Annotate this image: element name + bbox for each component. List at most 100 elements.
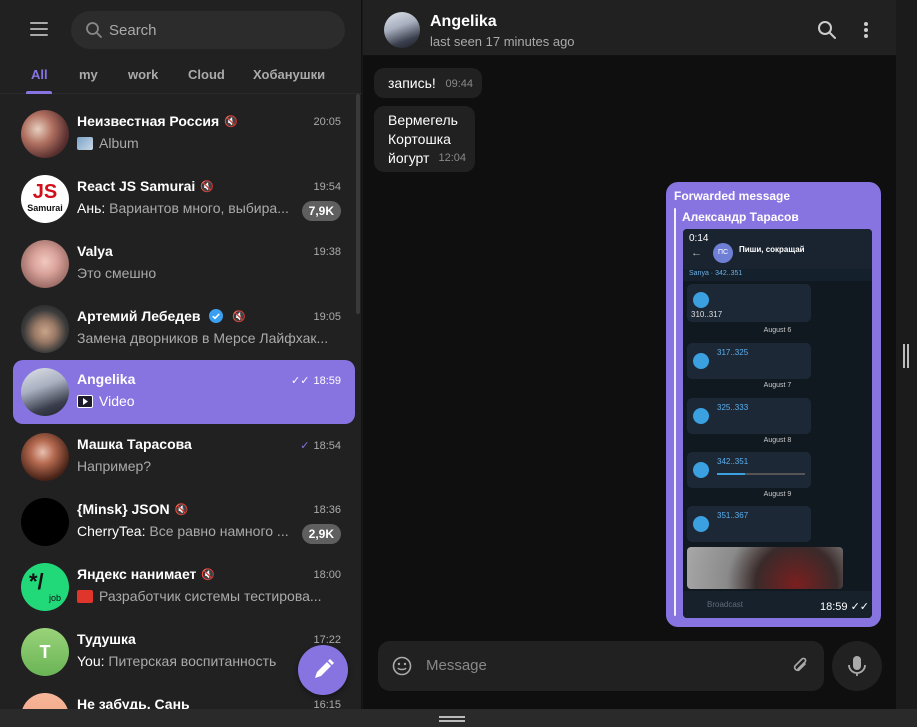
video-date-divider: August 9: [763, 491, 792, 498]
message-time: 12:04: [438, 152, 466, 164]
avatar: [21, 693, 69, 709]
avatar-logo-subtext: job: [49, 593, 62, 603]
audio-track-card: 342..351: [687, 452, 811, 488]
chat-name: Тудушка: [77, 631, 136, 647]
new-message-button[interactable]: [298, 645, 348, 695]
voice-record-button[interactable]: [832, 641, 882, 691]
chat-preview: Замена дворников в Мерсе Лайфхак...: [77, 330, 329, 346]
video-date-divider: August 8: [763, 437, 792, 444]
window-right-edge: [896, 0, 917, 709]
message-bubble[interactable]: запись! 09:44: [374, 68, 482, 98]
read-check-icon: ✓: [300, 440, 310, 452]
chat-item-react-js-samurai[interactable]: JS Samurai React JS Samurai 🔇 19:54 Ань: …: [13, 167, 355, 231]
avatar-logo-subtext: Samurai: [27, 203, 63, 213]
message-bubble[interactable]: Вермегель Кортошка йогурт 12:04: [374, 106, 475, 172]
chat-time: 18:36: [313, 504, 341, 516]
chat-name: Яндекс нанимает: [77, 566, 197, 582]
video-date-divider: August 7: [763, 382, 792, 389]
audio-track-card: 351..367: [687, 506, 811, 542]
chat-list-scrollbar[interactable]: [356, 94, 360, 314]
avatar: [21, 240, 69, 288]
muted-icon: 🔇: [174, 504, 189, 516]
chat-time: 19:38: [313, 246, 341, 258]
video-pinned-bar: Sanya · 342..351: [683, 269, 872, 281]
chat-preview: Album: [99, 135, 139, 151]
read-checks-icon: ✓✓: [850, 601, 870, 613]
more-vertical-icon[interactable]: [863, 20, 869, 40]
chat-header[interactable]: Angelika last seen 17 minutes ago: [363, 0, 896, 56]
video-preview[interactable]: 0:14 ← ПС Пиши, сокращай Sanya · 342..35…: [683, 229, 872, 618]
search-placeholder: Search: [109, 22, 157, 39]
search-input[interactable]: Search: [71, 11, 345, 49]
menu-icon[interactable]: [22, 14, 56, 44]
tab-my[interactable]: my: [79, 67, 98, 82]
forwarded-message[interactable]: Forwarded message Александр Тарасов 0:14…: [666, 182, 881, 627]
message-line: Кортошка: [388, 131, 451, 147]
avatar: [21, 305, 69, 353]
chat-time: 16:15: [313, 699, 341, 709]
chat-time: 19:05: [313, 311, 341, 323]
chat-name: Артемий Лебедев: [77, 308, 201, 324]
emoji-icon[interactable]: [392, 656, 412, 676]
tab-cloud[interactable]: Cloud: [188, 67, 225, 82]
chat-name: Valya: [77, 243, 113, 259]
audio-track-card: 317..325: [687, 343, 811, 379]
avatar-logo-text: */: [29, 569, 44, 594]
chat-list: Неизвестная Россия 🔇 20:05 Album JS Samur…: [0, 94, 362, 709]
chat-sender: Ань:: [77, 200, 110, 216]
chat-item-artemiy-lebedev[interactable]: Артемий Лебедев 🔇 19:05 Замена дворников…: [13, 297, 355, 361]
avatar: [21, 110, 69, 158]
forwarded-from[interactable]: Александр Тарасов: [682, 210, 799, 224]
unread-badge: 7,9K: [301, 201, 341, 221]
microphone-icon: [848, 656, 866, 676]
chat-item-mashka-tarasova[interactable]: Машка Тарасова ✓ 18:54 Например?: [13, 425, 355, 489]
chat-time: 20:05: [313, 116, 341, 128]
chat-name: Неизвестная Россия: [77, 113, 220, 129]
video-channel-title: Пиши, сокращай: [739, 245, 805, 254]
chat-item-yandex-nanimaet[interactable]: */ job Яндекс нанимает 🔇 18:00 Разработчи…: [13, 555, 355, 619]
chat-area: Angelika last seen 17 minutes ago запись…: [363, 0, 896, 709]
last-seen-status: last seen 17 minutes ago: [430, 34, 575, 49]
album-thumbnail: [77, 137, 93, 150]
video-composer-placeholder: Broadcast: [707, 600, 744, 609]
verified-icon: [209, 309, 224, 323]
avatar: [21, 433, 69, 481]
sidebar-topbar: Search: [0, 0, 362, 60]
chat-item-neizvestnaya-rossiya[interactable]: Неизвестная Россия 🔇 20:05 Album: [13, 102, 355, 166]
audio-track-title: 342..351: [717, 457, 749, 466]
message-composer[interactable]: Message: [378, 641, 824, 691]
chat-item-valya[interactable]: Valya 19:38 Это смешно: [13, 232, 355, 296]
pencil-icon: [315, 659, 334, 678]
folder-tabs: All my work Cloud Хобанушки: [0, 60, 362, 94]
chat-item-angelika[interactable]: Angelika ✓✓ 18:59 Video: [13, 360, 355, 424]
chat-name: Машка Тарасова: [77, 436, 192, 452]
avatar-logo-text: JS: [32, 181, 58, 203]
sidebar: Search All my work Cloud Хобанушки Неизв…: [0, 0, 362, 709]
window-bottom-edge: [0, 709, 917, 727]
avatar[interactable]: [384, 12, 420, 48]
muted-icon: 🔇: [201, 569, 216, 581]
video-duration: 0:14: [689, 233, 709, 244]
avatar: [21, 368, 69, 416]
chat-preview: Это смешно: [77, 265, 157, 281]
channel-avatar: ПС: [713, 243, 733, 263]
search-icon[interactable]: [817, 20, 837, 40]
chat-preview: Питерская воспитанность: [108, 653, 277, 669]
muted-icon: 🔇: [232, 311, 247, 323]
chat-item-minsk-json[interactable]: {Minsk} JSON 🔇 18:36 CherryTea: Все равно…: [13, 490, 355, 554]
chat-time: 18:54: [313, 440, 341, 452]
attach-icon[interactable]: [790, 655, 810, 677]
tab-hobanushki[interactable]: Хобанушки: [253, 67, 325, 82]
video-thumbnail: [77, 395, 93, 408]
chat-time: 18:59: [313, 375, 341, 387]
video-image-post: [687, 547, 843, 589]
tab-work[interactable]: work: [128, 67, 158, 82]
message-input[interactable]: Message: [426, 657, 487, 674]
chat-preview: Вариантов много, выбира...: [109, 200, 289, 216]
tab-all[interactable]: All: [31, 67, 48, 82]
video-app-header: 0:14 ← ПС Пиши, сокращай: [683, 229, 872, 273]
message-text: запись!: [388, 75, 436, 91]
avatar: [21, 498, 69, 546]
read-checks-icon: ✓✓: [291, 375, 310, 387]
muted-icon: 🔇: [200, 181, 214, 193]
